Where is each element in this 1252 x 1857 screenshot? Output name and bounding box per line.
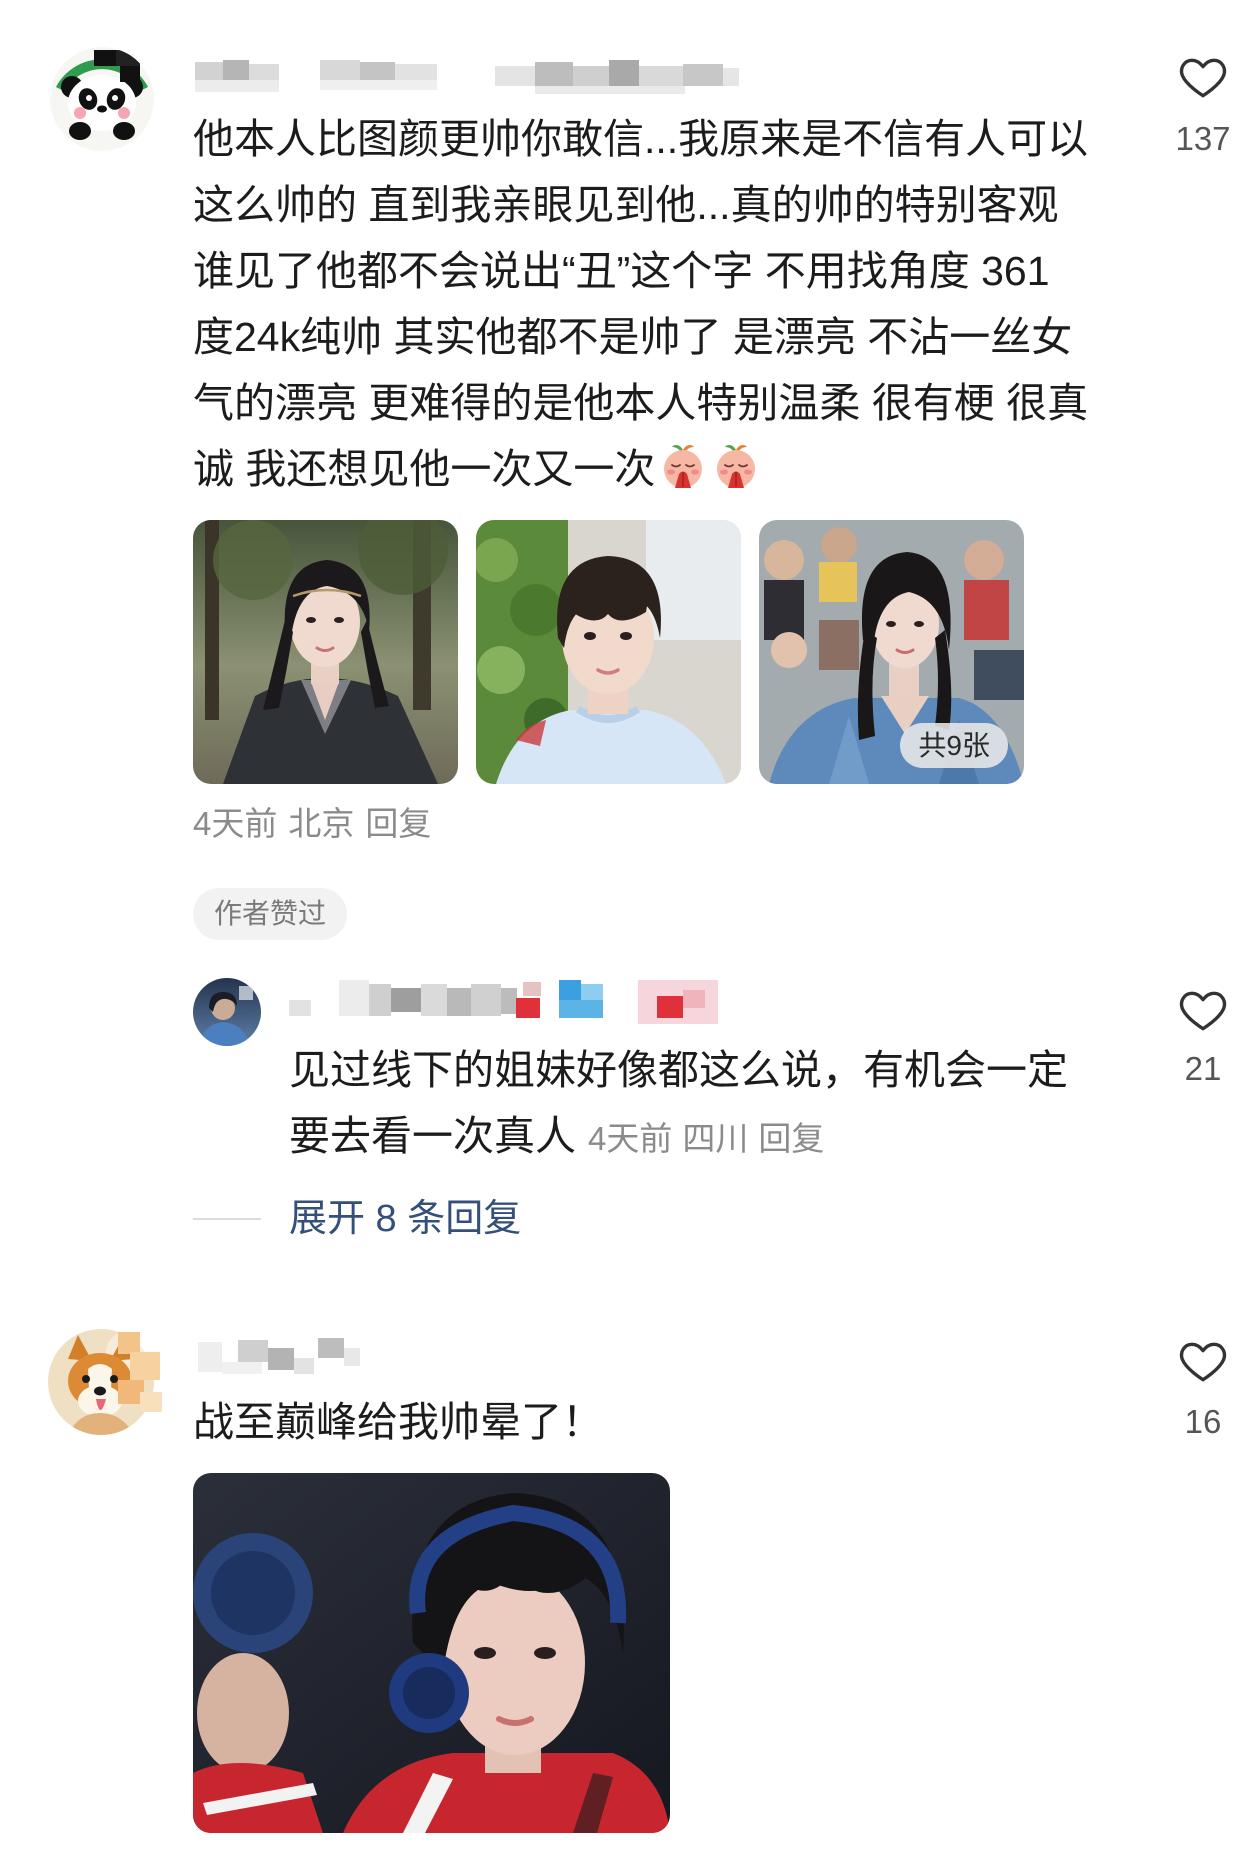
mosaic-pixel: [683, 64, 723, 86]
mosaic-pixel: [130, 1352, 160, 1380]
mosaic-pixel: [318, 1338, 344, 1358]
heart-icon: [1179, 991, 1227, 1031]
heart-icon: [1179, 1342, 1227, 1382]
author-liked-badge: 作者赞过: [193, 888, 347, 940]
reply-button[interactable]: 回复: [758, 1120, 824, 1157]
comment-time: 4天前: [193, 805, 278, 842]
comment-text-line: 战至巅峰给我帅晕了！: [193, 1399, 603, 1445]
expand-replies-button[interactable]: 展开 8 条回复: [289, 1196, 521, 1242]
mosaic-pixel: [198, 1342, 222, 1372]
comment-location: 北京: [288, 805, 355, 842]
avatar-mosaic: [110, 1332, 166, 1416]
mosaic-pixel: [294, 1358, 314, 1374]
like-button[interactable]: [1176, 50, 1230, 104]
username-redacted[interactable]: [198, 1336, 363, 1380]
photo: [193, 520, 458, 784]
reply-meta: 4天前 四川 回复: [588, 1120, 834, 1157]
mosaic-pixel: [360, 62, 395, 80]
comment-feed: 137 他本人比图颜更帅你敢信...我原来是不信有人可以 这么帅的 直到我亲眼见…: [0, 0, 1252, 1857]
reply-text-line: 见过线下的姐妹好像都这么说，有机会一定: [289, 1047, 1068, 1093]
panda-avatar-image: [50, 47, 154, 151]
mosaic-pixel: [559, 980, 581, 1000]
emoji-image: [717, 445, 756, 488]
mosaic-pixel: [289, 1000, 311, 1016]
like-button[interactable]: [1176, 1334, 1230, 1388]
like-count: 16: [1184, 1403, 1222, 1440]
mosaic-pixel: [535, 62, 573, 86]
mosaic-pixel: [559, 1000, 603, 1018]
mosaic-pixel: [249, 64, 279, 80]
heart-icon: [1179, 58, 1227, 98]
avatar-panda[interactable]: [50, 47, 154, 151]
photo: [193, 1473, 670, 1833]
mosaic-pixel: [391, 988, 421, 1012]
emoji-image: [664, 445, 703, 488]
image-count-badge: 共9张: [900, 723, 1008, 768]
praying-face-emoji: [658, 441, 708, 491]
mosaic-pixel: [523, 982, 541, 996]
mosaic-pixel: [723, 68, 739, 86]
username-redacted[interactable]: [289, 980, 721, 1024]
mosaic-pixel: [609, 60, 639, 86]
mosaic-pixel: [268, 1348, 294, 1370]
mosaic-pixel: [639, 66, 683, 86]
mosaic-pixel: [395, 64, 437, 80]
avatar-reply-user[interactable]: [193, 978, 261, 1046]
comment-image-2[interactable]: [476, 520, 741, 784]
comment-text-fragment: 诚 我还想见他一次又一次: [193, 446, 656, 492]
praying-face-emoji: [711, 441, 761, 491]
comment-text-line: 气的漂亮 更难得的是他本人特别温柔 很有梗 很真: [193, 380, 1089, 426]
mosaic-pixel: [195, 62, 223, 80]
mosaic-pixel: [238, 1340, 268, 1362]
mosaic-pixel: [535, 86, 685, 94]
mosaic-pixel: [223, 60, 249, 80]
comment-image-1[interactable]: [193, 520, 458, 784]
comment-text-line: 他本人比图颜更帅你敢信...我原来是不信有人可以: [193, 116, 1089, 162]
like-button[interactable]: [1176, 983, 1230, 1037]
mosaic-pixel: [501, 988, 517, 1014]
mosaic-pixel: [320, 60, 360, 80]
comment-text: 他本人比图颜更帅你敢信...我原来是不信有人可以 这么帅的 直到我亲眼见到他..…: [193, 106, 1088, 502]
comment-text-line: 度24k纯帅 其实他都不是帅了 是漂亮 不沾一丝女: [193, 314, 1073, 360]
mosaic-pixel: [344, 1348, 360, 1366]
reply-button[interactable]: 回复: [365, 805, 431, 842]
mosaic-pixel: [140, 1392, 162, 1412]
comment-image-large[interactable]: [193, 1473, 670, 1833]
reply-location: 四川: [682, 1120, 749, 1157]
mosaic-pixel: [320, 80, 437, 90]
comment-meta: 4天前 北京 回复: [193, 804, 442, 844]
comment-text-line: 谁见了他都不会说出“丑”这个字 不用找角度 361: [193, 248, 1050, 294]
comment-text: 战至巅峰给我帅晕了！: [193, 1389, 603, 1455]
mosaic-pixel: [657, 996, 683, 1018]
mosaic-pixel: [516, 998, 540, 1018]
mosaic-pixel: [573, 66, 609, 86]
reply-time: 4天前: [588, 1120, 673, 1157]
mosaic-pixel: [222, 1362, 262, 1374]
reply-avatar-image: [193, 978, 261, 1046]
reply-text: 见过线下的姐妹好像都这么说，有机会一定 要去看一次真人 4天前 四川 回复: [289, 1037, 1068, 1169]
mosaic-pixel: [195, 80, 279, 92]
mosaic-pixel: [339, 980, 369, 1016]
comment-text-line: 这么帅的 直到我亲眼见到他...真的帅的特别客观: [193, 182, 1059, 228]
expand-divider: [193, 1218, 261, 1220]
username-redacted[interactable]: [195, 56, 740, 98]
mosaic-pixel: [471, 984, 501, 1016]
reply-text-fragment: 要去看一次真人: [289, 1113, 576, 1159]
mosaic-pixel: [118, 1332, 140, 1354]
like-count: 21: [1184, 1050, 1222, 1087]
photo: [476, 520, 741, 784]
mosaic-pixel: [421, 984, 447, 1016]
reply-text-line-last: 要去看一次真人 4天前 四川 回复: [289, 1103, 1068, 1169]
like-count: 137: [1175, 120, 1231, 157]
mosaic-pixel: [447, 988, 471, 1016]
mosaic-pixel: [683, 990, 705, 1008]
comment-image-3[interactable]: 共9张: [759, 520, 1024, 784]
mosaic-pixel: [369, 984, 391, 1016]
comment-text-line-last: 诚 我还想见他一次又一次: [193, 436, 1088, 502]
mosaic-pixel: [495, 66, 535, 86]
